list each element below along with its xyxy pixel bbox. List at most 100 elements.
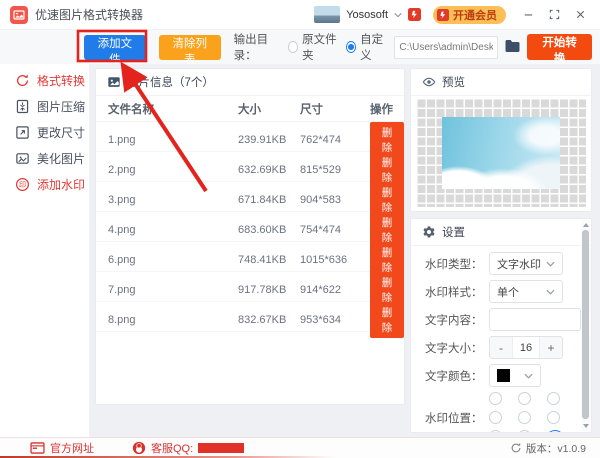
scroll-up-icon[interactable] [582, 223, 589, 227]
watermark-position-radio-5[interactable] [547, 411, 560, 424]
settings-panel: 设置 水印类型： 文字水印 水印样式： 单个 文字内容： 文字大小： - 16 … [410, 218, 592, 433]
watermark-position-radio-6[interactable] [489, 430, 502, 432]
scrollbar-thumb[interactable] [582, 230, 589, 419]
radio-circle-checked [345, 41, 357, 53]
table-row: 3.png 671.84KB 904*583 删除 [96, 182, 404, 218]
sidebar-item-format-convert[interactable]: 格式转换 [0, 67, 89, 93]
file-name: 3.png [108, 194, 136, 206]
watermark-position-label: 水印位置： [425, 412, 483, 425]
file-size: 632.69KB [238, 164, 287, 176]
file-name: 4.png [108, 224, 136, 236]
watermark-style-select[interactable]: 单个 [489, 280, 563, 303]
file-name: 1.png [108, 134, 136, 146]
file-size: 683.60KB [238, 224, 287, 236]
official-site-link[interactable]: 官方网址 [30, 440, 94, 456]
avatar[interactable] [314, 6, 341, 23]
file-panel-header: 图片信息（7个） [96, 69, 404, 96]
file-name: 8.png [108, 314, 136, 326]
table-row: 1.png 239.91KB 762*474 删除 [96, 122, 404, 158]
font-size-label: 文字大小： [425, 342, 483, 355]
watermark-position-radio-0[interactable] [489, 392, 502, 405]
watermark-text-input[interactable] [489, 308, 581, 331]
sidebar-item-resize[interactable]: 更改尺寸 [0, 119, 89, 145]
radio-original-folder[interactable]: 原文件夹 [287, 31, 340, 63]
gear-icon [423, 226, 435, 238]
font-color-select[interactable] [489, 364, 541, 387]
delete-button[interactable]: 删除 [370, 302, 404, 338]
watermark-stamp-icon: 印 [15, 177, 30, 192]
file-size: 917.78KB [238, 284, 287, 296]
folder-icon[interactable] [504, 39, 521, 55]
file-dimensions: 1015*636 [300, 254, 348, 266]
settings-title: 设置 [442, 227, 465, 239]
radio-circle [287, 41, 299, 53]
sidebar-item-label: 添加水印 [37, 177, 86, 192]
file-dimensions: 762*474 [300, 134, 341, 146]
font-color-label: 文字颜色： [425, 370, 483, 383]
chevron-down-icon [524, 373, 533, 379]
table-row: 8.png 832.67KB 953*634 删除 [96, 302, 404, 338]
font-size-value: 16 [512, 337, 540, 358]
clear-list-button[interactable]: 清除列表 [158, 34, 221, 66]
sidebar-item-label: 格式转换 [37, 73, 86, 88]
maximize-button[interactable] [544, 5, 564, 25]
scroll-down-icon[interactable] [582, 424, 589, 428]
chevron-down-icon [546, 261, 555, 267]
watermark-position-radio-2[interactable] [547, 392, 560, 405]
svg-text:印: 印 [19, 181, 26, 189]
window-title: 优速图片格式转换器 [35, 8, 144, 22]
footer: 官方网址 客服QQ: 版本：v1.0.9 [0, 437, 600, 458]
sidebar-item-beautify-image[interactable]: 美化图片 [0, 145, 89, 171]
content-area: 格式转换图片压缩 更改尺寸 美化图片印 添加水印 图片信息（7个） 文件名称 大小 尺… [0, 64, 600, 437]
file-size: 748.41KB [238, 254, 287, 266]
refresh-icon[interactable] [510, 442, 522, 454]
table-row: 6.png 748.41KB 1015*636 删除 [96, 242, 404, 278]
watermark-style-label: 水印样式： [425, 286, 483, 299]
watermark-position-radio-8[interactable] [547, 430, 563, 432]
file-name: 2.png [108, 164, 136, 176]
watermark-position-grid [489, 392, 563, 432]
sidebar-item-image-compress[interactable]: 图片压缩 [0, 93, 89, 119]
file-dimensions: 754*474 [300, 224, 341, 236]
image-info-icon [108, 77, 120, 87]
start-convert-button[interactable]: 开始转换 [527, 34, 592, 65]
file-list-panel: 图片信息（7个） 文件名称 大小 尺寸 操作 1.png 239.91KB 762*… [95, 68, 405, 405]
font-size-stepper: - 16 + [489, 336, 563, 359]
close-button[interactable] [570, 5, 590, 25]
redacted-qq-number [198, 443, 245, 453]
output-dir-label: 输出目录： [233, 34, 269, 62]
plus-button[interactable]: + [540, 337, 562, 358]
chevron-down-icon [546, 289, 555, 295]
transparency-checkerboard [416, 98, 586, 207]
vip-icon [437, 8, 449, 21]
radio-custom-folder[interactable]: 自定义 [345, 31, 388, 63]
add-files-button[interactable]: 添加文件 [84, 34, 146, 66]
vip-badge-icon [408, 8, 421, 21]
browser-icon [30, 442, 45, 454]
file-dimensions: 914*622 [300, 284, 341, 296]
minimize-button[interactable] [518, 5, 538, 25]
watermark-type-select[interactable]: 文字水印 [489, 252, 563, 275]
toolbar: 添加文件 清除列表 输出目录： 原文件夹 自定义 开始转换 [0, 30, 600, 66]
vip-button[interactable]: 开通会员 [433, 5, 506, 24]
watermark-position-radio-3[interactable] [489, 411, 502, 424]
watermark-position-radio-7[interactable] [518, 430, 531, 432]
version-info: 版本：v1.0.9 [510, 441, 586, 456]
watermark-position-radio-4[interactable] [518, 411, 531, 424]
preview-title: 预览 [442, 77, 465, 89]
username: Yososoft [346, 8, 388, 21]
scrollbar[interactable] [581, 220, 590, 431]
minus-button[interactable]: - [490, 337, 512, 358]
col-filename: 文件名称 [108, 103, 154, 116]
image-compress-icon [15, 99, 30, 114]
table-row: 7.png 917.78KB 914*622 删除 [96, 272, 404, 308]
file-panel-title: 图片信息（7个） [127, 77, 214, 89]
output-path-input[interactable] [394, 35, 499, 59]
file-dimensions: 815*529 [300, 164, 341, 176]
col-size: 大小 [238, 103, 261, 116]
chevron-down-icon[interactable] [394, 12, 402, 18]
sidebar-item-watermark-stamp[interactable]: 印 添加水印 [0, 171, 89, 197]
resize-icon [15, 125, 30, 140]
support-qq: 客服QQ: [132, 440, 245, 456]
watermark-position-radio-1[interactable] [518, 392, 531, 405]
